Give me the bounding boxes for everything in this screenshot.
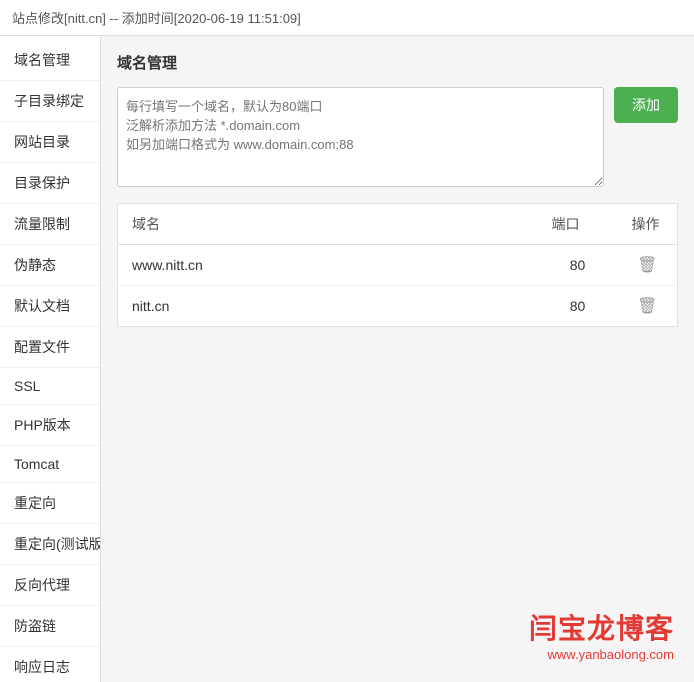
- td-action: 🗑: [618, 286, 678, 327]
- sidebar: 域名管理子目录绑定网站目录目录保护流量限制伪静态默认文档配置文件SSLPHP版本…: [0, 36, 101, 682]
- sidebar-item-8[interactable]: SSL: [0, 368, 100, 405]
- delete-icon[interactable]: 🗑: [637, 257, 657, 274]
- sidebar-item-15[interactable]: 响应日志: [0, 647, 100, 682]
- section-title: 域名管理: [117, 52, 678, 73]
- sidebar-item-14[interactable]: 防盗链: [0, 606, 100, 647]
- td-domain: www.nitt.cn: [118, 245, 538, 286]
- watermark-url: www.yanbaolong.com: [529, 647, 674, 662]
- watermark-title: 闫宝龙博客: [529, 607, 674, 647]
- domain-input-area: 添加: [117, 87, 678, 187]
- main-content: 域名管理 添加 域名 端口 操作 www.nitt.cn80🗑nitt.cn80…: [101, 36, 694, 682]
- th-domain: 域名: [118, 204, 538, 245]
- sidebar-item-7[interactable]: 配置文件: [0, 327, 100, 368]
- page-header: 站点修改[nitt.cn] -- 添加时间[2020-06-19 11:51:0…: [0, 0, 694, 36]
- sidebar-item-5[interactable]: 伪静态: [0, 245, 100, 286]
- sidebar-item-4[interactable]: 流量限制: [0, 204, 100, 245]
- sidebar-item-13[interactable]: 反向代理: [0, 565, 100, 606]
- table-row: www.nitt.cn80 🗑: [118, 245, 678, 286]
- td-port: 80: [538, 286, 618, 327]
- th-action: 操作: [618, 204, 678, 245]
- sidebar-item-9[interactable]: PHP版本: [0, 405, 100, 446]
- td-port: 80: [538, 245, 618, 286]
- header-title: 站点修改[nitt.cn] -- 添加时间[2020-06-19 11:51:0…: [12, 11, 301, 26]
- table-head: 域名 端口 操作: [118, 204, 678, 245]
- domain-textarea[interactable]: [117, 87, 604, 187]
- main-layout: 域名管理子目录绑定网站目录目录保护流量限制伪静态默认文档配置文件SSLPHP版本…: [0, 36, 694, 682]
- table-row: nitt.cn80 🗑: [118, 286, 678, 327]
- table-header-row: 域名 端口 操作: [118, 204, 678, 245]
- delete-icon[interactable]: 🗑: [637, 298, 657, 315]
- td-action: 🗑: [618, 245, 678, 286]
- watermark: 闫宝龙博客 www.yanbaolong.com: [529, 607, 674, 662]
- sidebar-item-10[interactable]: Tomcat: [0, 446, 100, 483]
- sidebar-item-3[interactable]: 目录保护: [0, 163, 100, 204]
- table-body: www.nitt.cn80 🗑 nitt.cn80 🗑: [118, 245, 678, 327]
- sidebar-item-2[interactable]: 网站目录: [0, 122, 100, 163]
- domain-table: 域名 端口 操作 www.nitt.cn80 🗑 nitt.cn80 🗑: [117, 203, 678, 327]
- td-domain: nitt.cn: [118, 286, 538, 327]
- sidebar-item-1[interactable]: 子目录绑定: [0, 81, 100, 122]
- add-domain-button[interactable]: 添加: [614, 87, 678, 123]
- sidebar-item-0[interactable]: 域名管理: [0, 40, 100, 81]
- th-port: 端口: [538, 204, 618, 245]
- sidebar-item-12[interactable]: 重定向(测试版): [0, 524, 100, 565]
- sidebar-item-11[interactable]: 重定向: [0, 483, 100, 524]
- sidebar-item-6[interactable]: 默认文档: [0, 286, 100, 327]
